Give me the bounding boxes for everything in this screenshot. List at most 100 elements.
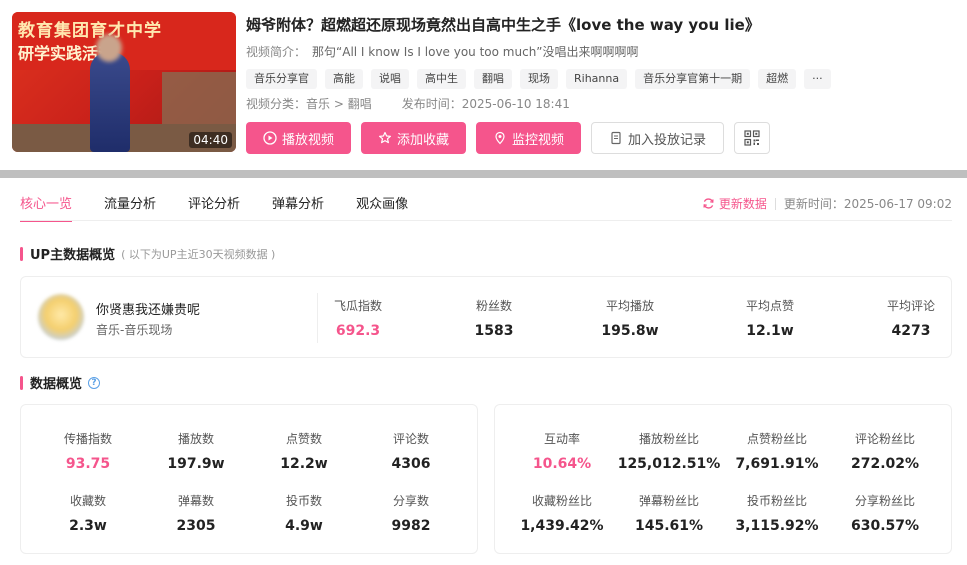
metric-label: 评论粉丝比 xyxy=(854,432,915,446)
play-circle-icon xyxy=(263,131,277,145)
metric-cell: 播放粉丝比 125,012.51% xyxy=(614,430,724,472)
up-overview-note: ( 以下为UP主近30天视频数据 ) xyxy=(121,247,276,261)
metric-cell: 投币粉丝比 3,115.92% xyxy=(722,492,832,534)
more-tags-button[interactable]: ··· xyxy=(804,69,831,89)
video-thumbnail[interactable]: 教育集团育才中学 研学实践活动 04:40 xyxy=(12,12,236,152)
up-overview-heading: UP主数据概览 ( 以下为UP主近30天视频数据 ) xyxy=(20,244,275,263)
metric-cell: 评论粉丝比 272.02% xyxy=(830,430,940,472)
metric-label: 收藏粉丝比 xyxy=(531,494,592,508)
stat-label: 平均播放 xyxy=(605,299,654,313)
section-accent-bar xyxy=(20,246,23,261)
metric-value: 10.64% xyxy=(532,456,592,472)
metric-cell: 传播指数 93.75 xyxy=(33,430,143,472)
section-accent-bar xyxy=(20,375,23,390)
up-name[interactable]: 你贤惠我还嫌贵呢 xyxy=(96,299,200,318)
document-icon xyxy=(609,131,623,145)
metric-value: 4.9w xyxy=(285,518,323,534)
tag[interactable]: 高能 xyxy=(325,69,363,89)
metric-cell: 互动率 10.64% xyxy=(507,430,617,472)
metric-cell: 点赞粉丝比 7,691.91% xyxy=(722,430,832,472)
add-favorite-button[interactable]: 添加收藏 xyxy=(361,122,466,154)
category-label: 视频分类： xyxy=(246,97,307,111)
metric-cell: 弹幕数 2305 xyxy=(141,492,251,534)
stat-avg-play: 平均播放 195.8w xyxy=(580,297,680,339)
metric-value: 145.61% xyxy=(634,518,704,534)
tag[interactable]: 音乐分享官第十一期 xyxy=(635,69,751,89)
up-info-card: 你贤惠我还嫌贵呢 音乐-音乐现场 飞瓜指数 692.3 粉丝数 1583 平均播… xyxy=(20,276,952,358)
add-ad-record-button[interactable]: 加入投放记录 xyxy=(591,122,724,154)
metric-cell: 投币数 4.9w xyxy=(249,492,359,534)
tag[interactable]: 超燃 xyxy=(758,69,797,89)
tag[interactable]: 说唱 xyxy=(371,69,409,89)
tag[interactable]: Rihanna xyxy=(566,69,628,89)
refresh-data-link[interactable]: 更新数据 xyxy=(702,195,767,212)
video-header-card: 教育集团育才中学 研学实践活动 04:40 姆爷附体？超燃超还原现场竟然出自高中… xyxy=(0,0,967,170)
metric-label: 分享数 xyxy=(392,494,429,508)
metric-value: 197.9w xyxy=(167,456,225,472)
tag[interactable]: 高中生 xyxy=(417,69,466,89)
stat-feigua-index: 飞瓜指数 692.3 xyxy=(308,297,408,339)
update-time: 更新时间：2025-06-17 09:02 xyxy=(784,195,952,212)
data-overview-heading: 数据概览 ? xyxy=(20,373,101,392)
tab-traffic-analysis[interactable]: 流量分析 xyxy=(104,193,156,222)
metric-label: 传播指数 xyxy=(63,432,112,446)
thumbnail-performer xyxy=(90,52,130,152)
video-duration: 04:40 xyxy=(189,132,232,148)
monitor-video-button[interactable]: 监控视频 xyxy=(476,122,581,154)
thumbnail-banner-text: 教育集团育才中学 xyxy=(18,21,162,41)
avatar[interactable] xyxy=(38,294,84,340)
up-overview-title: UP主数据概览 xyxy=(30,248,116,263)
data-overview-title: 数据概览 xyxy=(30,377,83,392)
stat-avg-like: 平均点赞 12.1w xyxy=(720,297,820,339)
tab-core-overview[interactable]: 核心一览 xyxy=(20,193,73,222)
stat-value: 195.8w xyxy=(601,323,659,339)
metric-value: 3,115.92% xyxy=(735,518,819,534)
location-pin-icon xyxy=(493,131,507,145)
stat-value: 692.3 xyxy=(335,323,381,339)
star-icon xyxy=(378,131,392,145)
tab-underline-divider xyxy=(20,220,952,221)
refresh-icon xyxy=(702,197,716,211)
metric-cell: 评论数 4306 xyxy=(356,430,466,472)
metric-value: 272.02% xyxy=(850,456,920,472)
description-value: 那句“All I know Is I love you too much”没唱出… xyxy=(312,45,639,59)
metric-label: 弹幕数 xyxy=(177,494,214,508)
metric-label: 点赞数 xyxy=(285,432,322,446)
play-video-button[interactable]: 播放视频 xyxy=(246,122,351,154)
data-card-counts: 传播指数 93.75 播放数 197.9w 点赞数 12.2w 评论数 4306… xyxy=(20,404,478,554)
tab-comment-analysis[interactable]: 评论分析 xyxy=(188,193,240,222)
stat-label: 平均点赞 xyxy=(745,299,794,313)
video-meta: 视频分类：音乐 > 翻唱 发布时间：2025-06-10 18:41 xyxy=(246,95,570,112)
qr-code-button[interactable] xyxy=(734,122,770,154)
metric-label: 播放粉丝比 xyxy=(638,432,699,446)
metric-value: 4306 xyxy=(391,456,431,472)
metric-label: 评论数 xyxy=(392,432,429,446)
question-circle-icon[interactable]: ? xyxy=(88,376,101,389)
metric-cell: 收藏数 2.3w xyxy=(33,492,143,534)
metric-label: 弹幕粉丝比 xyxy=(638,494,699,508)
tab-audience-profile[interactable]: 观众画像 xyxy=(356,193,408,222)
description-label: 视频简介： xyxy=(246,45,307,59)
metric-label: 收藏数 xyxy=(69,494,106,508)
stat-fans: 粉丝数 1583 xyxy=(444,297,544,339)
metric-label: 播放数 xyxy=(177,432,214,446)
metric-label: 投币粉丝比 xyxy=(746,494,807,508)
tag[interactable]: 现场 xyxy=(520,69,558,89)
tab-danmaku-analysis[interactable]: 弹幕分析 xyxy=(272,193,324,222)
tag[interactable]: 音乐分享官 xyxy=(246,69,317,89)
stat-avg-comment: 平均评论 4273 xyxy=(861,297,961,339)
metric-label: 互动率 xyxy=(543,432,580,446)
tag-list: 音乐分享官 高能 说唱 高中生 翻唱 现场 Rihanna 音乐分享官第十一期 … xyxy=(246,69,831,89)
overlay-divider xyxy=(0,170,967,178)
monitor-video-label: 监控视频 xyxy=(511,132,564,148)
metric-cell: 点赞数 12.2w xyxy=(249,430,359,472)
stat-label: 飞瓜指数 xyxy=(333,299,382,313)
tag[interactable]: 翻唱 xyxy=(474,69,512,89)
stat-value: 4273 xyxy=(891,323,931,339)
metric-value: 7,691.91% xyxy=(735,456,819,472)
metric-value: 630.57% xyxy=(850,518,920,534)
metric-label: 点赞粉丝比 xyxy=(746,432,807,446)
metric-cell: 分享粉丝比 630.57% xyxy=(830,492,940,534)
video-title[interactable]: 姆爷附体？超燃超还原现场竟然出自高中生之手《love the way you l… xyxy=(246,14,760,35)
update-time-value: 2025-06-17 09:02 xyxy=(843,197,952,211)
